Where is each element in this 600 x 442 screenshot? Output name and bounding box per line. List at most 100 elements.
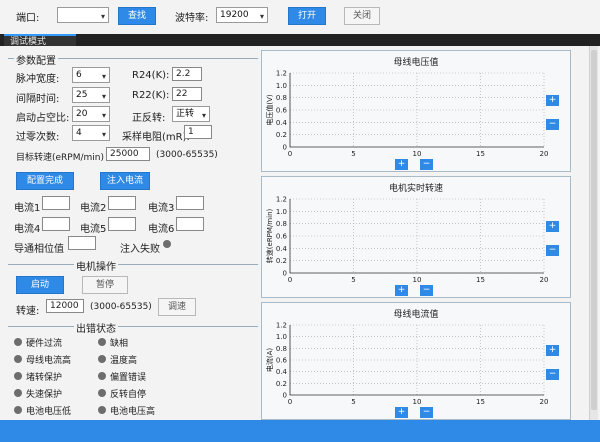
speed-input[interactable]: 12000	[46, 299, 84, 313]
motor-group-border	[8, 264, 258, 265]
r24-input[interactable]: 2.2	[172, 67, 202, 81]
search-button[interactable]: 查找	[118, 7, 156, 25]
zoom-out-x-button[interactable]: −	[420, 407, 433, 418]
zoom-in-x-button[interactable]: +	[395, 285, 408, 296]
fault-indicator	[14, 406, 22, 414]
chart-svg: 1.2 1.0 0.8 0.6 0.4 0.2 00 5 10 15 20 电压值(V)	[265, 70, 549, 159]
pause-button[interactable]: 暂停	[82, 276, 128, 294]
target-speed-label: 目标转速(eRPM/min)	[16, 153, 105, 163]
fault-indicator	[98, 389, 106, 397]
params-group-title: 参数配置	[14, 52, 58, 67]
port-select[interactable]: ▾	[57, 7, 109, 23]
fault-label: 反转自停	[110, 390, 147, 400]
y-tick-label: 0	[283, 144, 287, 152]
config-done-button[interactable]: 配置完成	[16, 172, 74, 190]
x-tick-label: 0	[288, 398, 292, 406]
current4-field[interactable]	[42, 217, 70, 231]
fault-label: 缺相	[110, 339, 129, 349]
current3-label: 电流3	[148, 203, 175, 214]
chevron-down-icon: ▾	[101, 130, 106, 139]
speed-adjust-button[interactable]: 调速	[158, 298, 196, 316]
fault-label: 堵转保护	[26, 373, 63, 383]
y-tick-label: 1.0	[276, 82, 287, 90]
zoom-in-x-button[interactable]: +	[395, 407, 408, 418]
open-button[interactable]: 打开	[288, 7, 326, 25]
zoom-out-x-button[interactable]: −	[420, 285, 433, 296]
y-tick-label: 0.2	[276, 131, 287, 139]
y-tick-label: 0.4	[276, 119, 288, 127]
zero-cross-label: 过零次数:	[16, 132, 60, 143]
y-tick-label: 0.4	[276, 245, 288, 253]
sample-res-label: 采样电阻(mR):	[122, 132, 190, 143]
y-tick-label: 0.4	[276, 368, 288, 376]
motor-group-title: 电机操作	[74, 258, 118, 273]
y-axis-label: 电流(A)	[265, 348, 274, 373]
scrollbar-thumb[interactable]	[591, 50, 597, 410]
zoom-out-y-button[interactable]: −	[546, 369, 559, 380]
y-tick-label: 1.0	[276, 333, 287, 341]
r22-label: R22(K):	[132, 90, 170, 101]
x-tick-label: 5	[351, 398, 355, 406]
x-tick-label: 10	[413, 398, 422, 406]
zoom-in-y-button[interactable]: +	[546, 95, 559, 106]
close-button[interactable]: 关闭	[344, 7, 380, 25]
direction-select[interactable]: 正转 ▾	[172, 106, 210, 122]
chart-panel: 电机实时转速 1.2 1.0 0.8 0.6 0.4 0.2 0 0 5 10 15 20 转速(eRPM…	[261, 176, 571, 298]
direction-value: 正转	[176, 109, 195, 119]
y-tick-label: 0.6	[276, 233, 288, 241]
pulse-width-value: 6	[76, 70, 82, 80]
zoom-out-y-button[interactable]: −	[546, 245, 559, 256]
start-button[interactable]: 启动	[16, 276, 64, 294]
chart-panel: 母线电压值 1.2 1.0 0.8 0.6 0.4 0.2 0 0 5 10 15 20 电压值(V) + −	[261, 50, 571, 172]
r24-label: R24(K):	[132, 70, 170, 81]
zoom-out-y-button[interactable]: −	[546, 119, 559, 130]
faults-group-title: 出错状态	[74, 320, 118, 335]
fault-label: 失速保护	[26, 390, 63, 400]
x-tick-label: 20	[540, 150, 549, 158]
inject-fail-indicator	[163, 240, 171, 248]
y-tick-label: 0.8	[276, 220, 287, 228]
top-toolbar: 端口: ▾ 查找 波特率: 19200 ▾ 打开 关闭	[0, 0, 600, 30]
y-tick-label: 0.2	[276, 257, 287, 265]
r22-input[interactable]: 22	[172, 87, 202, 101]
zero-cross-select[interactable]: 4 ▾	[72, 125, 110, 141]
current6-field[interactable]	[176, 217, 204, 231]
fault-indicator	[14, 372, 22, 380]
fault-indicator	[98, 355, 106, 363]
y-tick-label: 0.6	[276, 107, 288, 115]
inject-current-button[interactable]: 注入电流	[100, 172, 150, 190]
current6-label: 电流6	[148, 224, 175, 235]
zoom-in-x-button[interactable]: +	[395, 159, 408, 170]
zoom-out-x-button[interactable]: −	[420, 159, 433, 170]
y-tick-label: 0	[283, 270, 287, 278]
interval-select[interactable]: 25 ▾	[72, 87, 110, 103]
current3-field[interactable]	[176, 196, 204, 210]
fault-label: 母线电流高	[26, 356, 72, 366]
baud-select[interactable]: 19200 ▾	[216, 7, 268, 23]
zoom-in-y-button[interactable]: +	[546, 345, 559, 356]
fault-indicator	[14, 355, 22, 363]
conduct-phase-field[interactable]	[68, 236, 96, 250]
chevron-down-icon: ▾	[259, 12, 264, 21]
chevron-down-icon: ▾	[101, 92, 106, 101]
x-tick-label: 20	[540, 398, 549, 406]
current2-field[interactable]	[108, 196, 136, 210]
sample-res-input[interactable]: 1	[184, 125, 212, 139]
zoom-in-y-button[interactable]: +	[546, 221, 559, 232]
current1-field[interactable]	[42, 196, 70, 210]
fault-label: 温度高	[110, 356, 138, 366]
tab-debug-mode[interactable]: 调试模式	[4, 34, 76, 47]
target-speed-input[interactable]: 25000	[106, 147, 150, 161]
interval-label: 间隔时间:	[16, 94, 60, 105]
y-tick-label: 0.8	[276, 94, 287, 102]
duty-select[interactable]: 20 ▾	[72, 106, 110, 122]
vertical-scrollbar[interactable]	[589, 46, 598, 422]
fault-indicator	[98, 338, 106, 346]
current5-field[interactable]	[108, 217, 136, 231]
status-bar	[0, 420, 600, 442]
x-tick-label: 5	[351, 276, 355, 284]
y-tick-label: 1.2	[276, 70, 287, 78]
pulse-width-select[interactable]: 6 ▾	[72, 67, 110, 83]
chart-svg: 1.2 1.0 0.8 0.6 0.4 0.2 00 5 10 15 20 电流(A)	[265, 322, 549, 407]
y-tick-label: 1.0	[276, 208, 287, 216]
